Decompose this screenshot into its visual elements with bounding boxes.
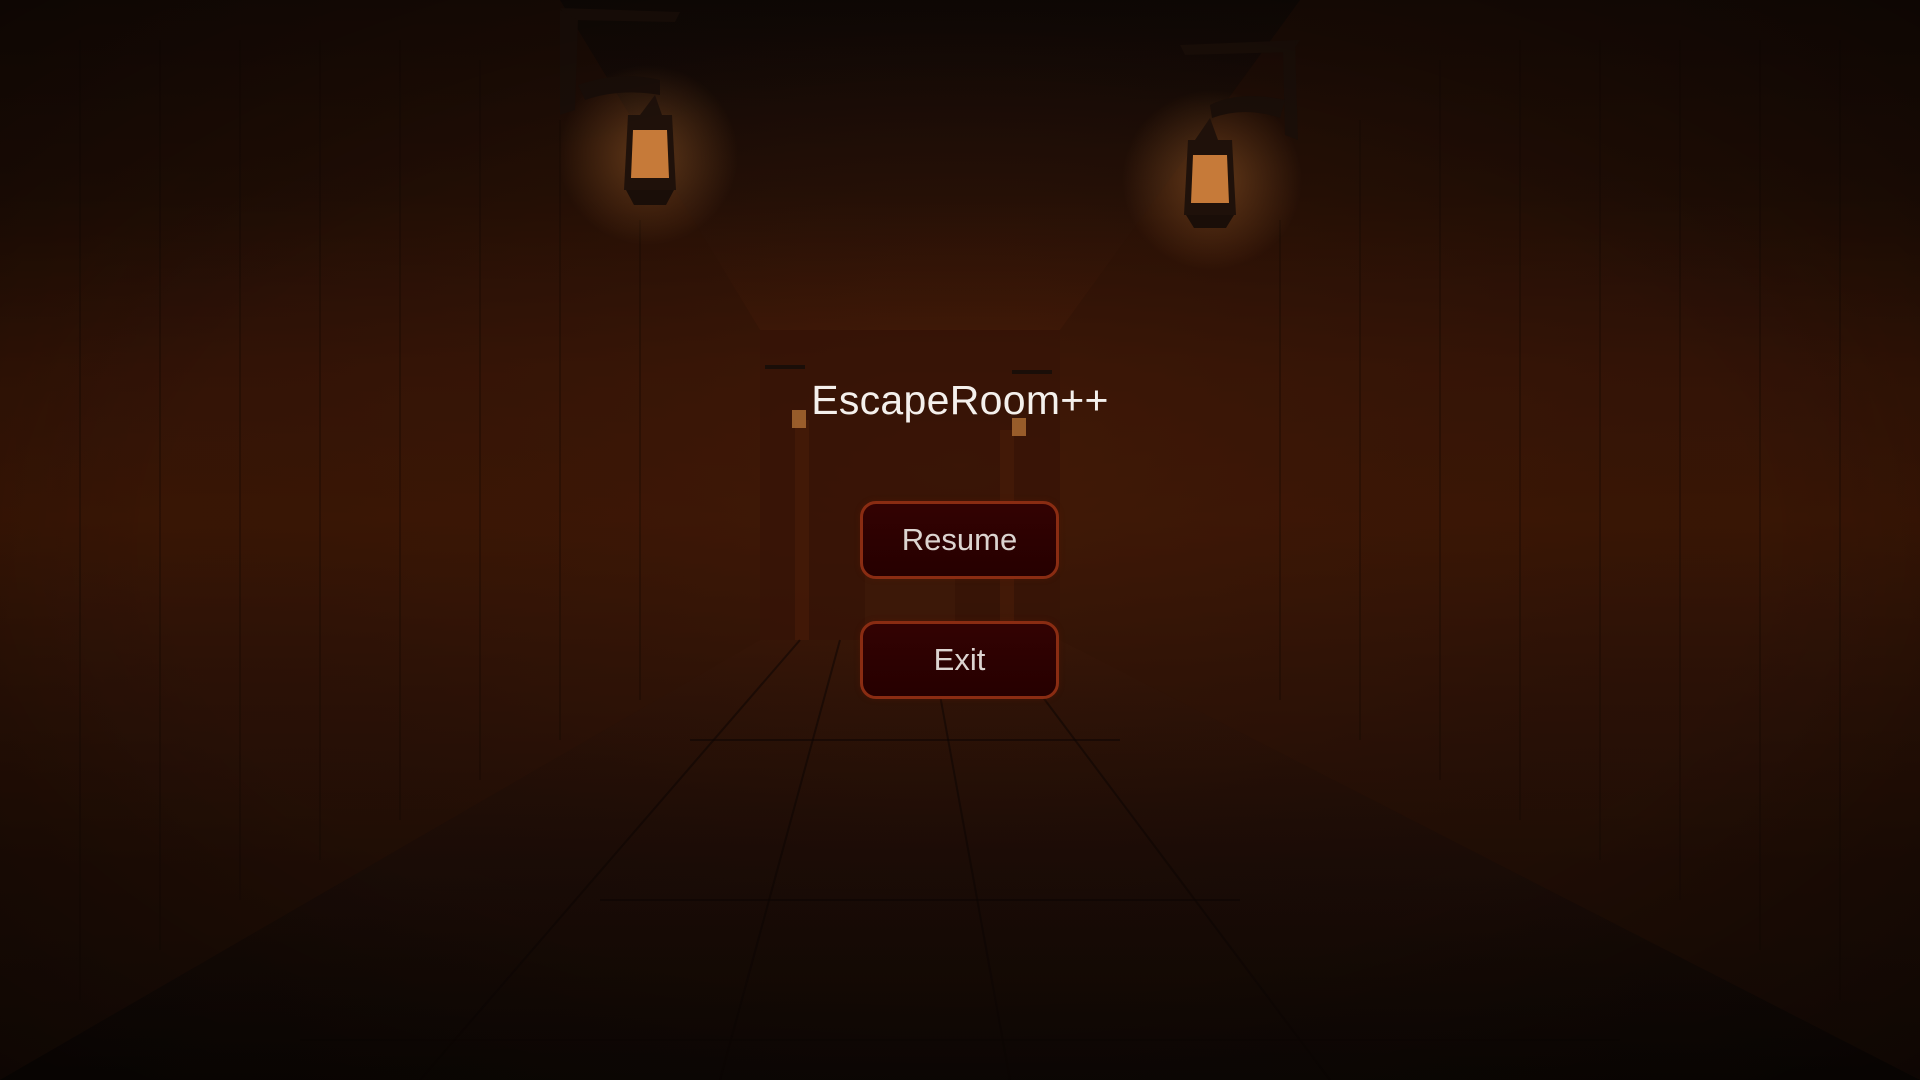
exit-button[interactable]: Exit bbox=[860, 621, 1059, 699]
resume-button[interactable]: Resume bbox=[860, 501, 1059, 579]
game-title: EscapeRoom++ bbox=[811, 377, 1109, 423]
pause-menu: EscapeRoom++ Resume Exit bbox=[0, 0, 1920, 1080]
game-screen: EscapeRoom++ Resume Exit bbox=[0, 0, 1920, 1080]
